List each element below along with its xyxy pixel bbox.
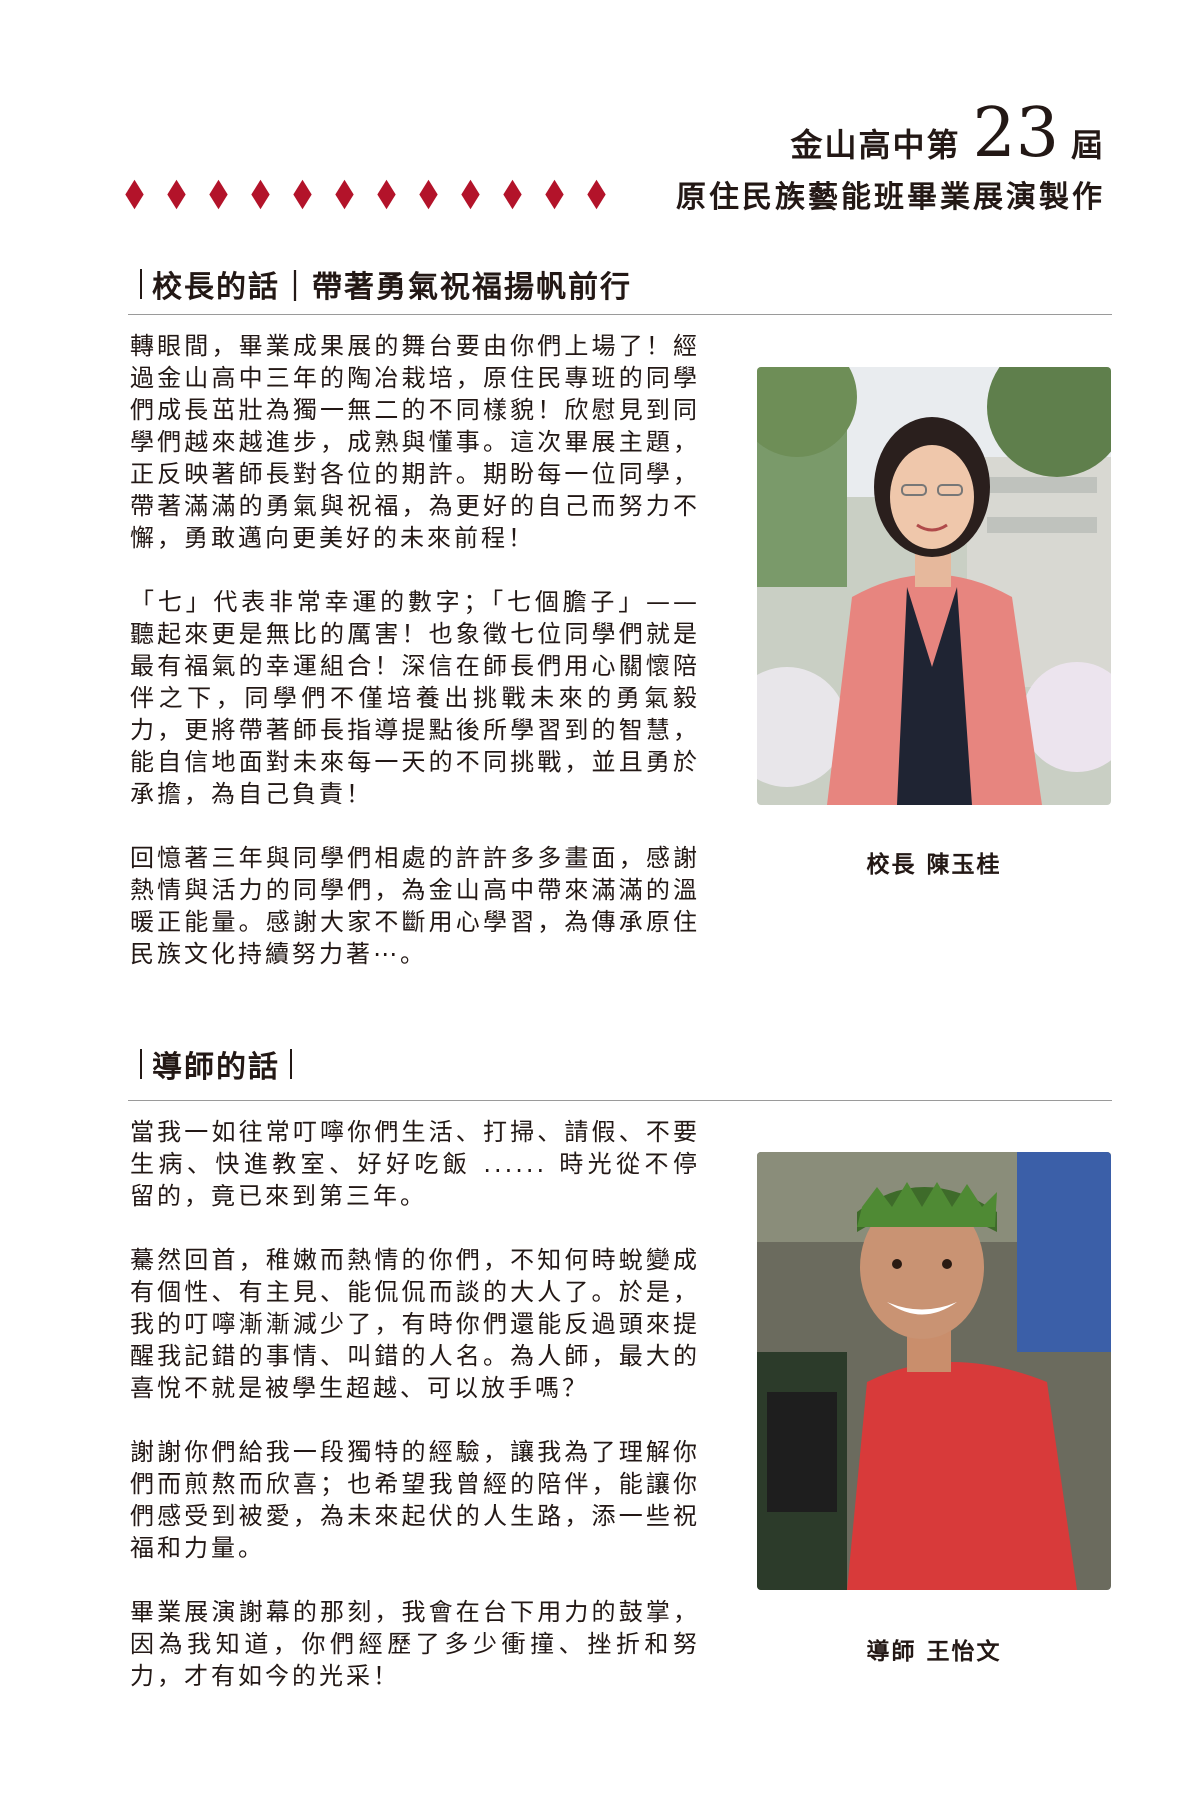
teacher-photo <box>757 1152 1111 1590</box>
diamond-ornament <box>419 179 438 210</box>
teacher-paragraph: 謝謝你們給我一段獨特的經驗，讓我為了理解你們而煎熬而欣喜；也希望我曾經的陪伴，能… <box>130 1438 700 1562</box>
heading-bar <box>140 269 142 299</box>
principal-section-heading: 校長的話｜帶著勇氣祝福揚帆前行 <box>140 262 632 306</box>
diamond-ornament <box>209 179 228 210</box>
principal-paragraph: 「七」代表非常幸運的數字；「七個膽子」—— 聽起來更是無比的厲害！也象徵七位同學… <box>130 588 700 808</box>
page-header-title: 金山高中第 23 屆 <box>790 100 1105 168</box>
heading-bar <box>290 1049 292 1079</box>
principal-caption: 校長 陳玉桂 <box>866 852 1002 878</box>
diamond-ornament <box>461 179 480 210</box>
diamond-ornament <box>377 179 396 210</box>
school-edition-suffix: 屆 <box>1070 126 1105 164</box>
teacher-message: 當我一如往常叮嚀你們生活、打掃、請假、不要生病、快進教室、好好吃飯 ......… <box>130 1116 700 1724</box>
teacher-caption: 導師 王怡文 <box>866 1639 1002 1665</box>
principal-paragraph: 回憶著三年與同學們相處的許許多多畫面，感謝熱情與活力的同學們，為金山高中帶來滿滿… <box>130 844 700 968</box>
principal-message: 轉眼間，畢業成果展的舞台要由你們上場了！經過金山高中三年的陶冶栽培，原住民專班的… <box>130 330 700 1002</box>
principal-paragraph: 轉眼間，畢業成果展的舞台要由你們上場了！經過金山高中三年的陶冶栽培，原住民專班的… <box>130 332 700 552</box>
teacher-section-heading: 導師的話 <box>140 1042 292 1086</box>
decorative-diamond-row <box>125 179 606 210</box>
heading-bar <box>140 1049 142 1079</box>
principal-photo <box>757 367 1111 805</box>
edition-number: 23 <box>972 94 1059 173</box>
section-divider <box>128 314 1112 315</box>
teacher-paragraph: 畢業展演謝幕的那刻，我會在台下用力的鼓掌，因為我知道，你們經歷了多少衝撞、挫折和… <box>130 1598 700 1690</box>
diamond-ornament <box>335 179 354 210</box>
diamond-ornament <box>545 179 564 210</box>
teacher-heading-text: 導師的話 <box>152 1050 280 1085</box>
principal-portrait-image <box>757 367 1111 805</box>
teacher-paragraph: 驀然回首，稚嫩而熱情的你們，不知何時蛻變成有個性、有主見、能侃侃而談的大人了。於… <box>130 1246 700 1402</box>
diamond-ornament <box>587 179 606 210</box>
page-subtitle: 原住民族藝能班畢業展演製作 <box>676 180 1105 215</box>
diamond-ornament <box>125 179 144 210</box>
diamond-ornament <box>293 179 312 210</box>
teacher-paragraph: 當我一如往常叮嚀你們生活、打掃、請假、不要生病、快進教室、好好吃飯 ......… <box>130 1118 700 1210</box>
school-edition-prefix: 金山高中第 <box>790 126 961 164</box>
section-divider <box>128 1100 1112 1101</box>
principal-heading-text: 校長的話｜帶著勇氣祝福揚帆前行 <box>152 270 632 305</box>
teacher-portrait-image <box>757 1152 1111 1590</box>
diamond-ornament <box>251 179 270 210</box>
diamond-ornament <box>503 179 522 210</box>
diamond-ornament <box>167 179 186 210</box>
